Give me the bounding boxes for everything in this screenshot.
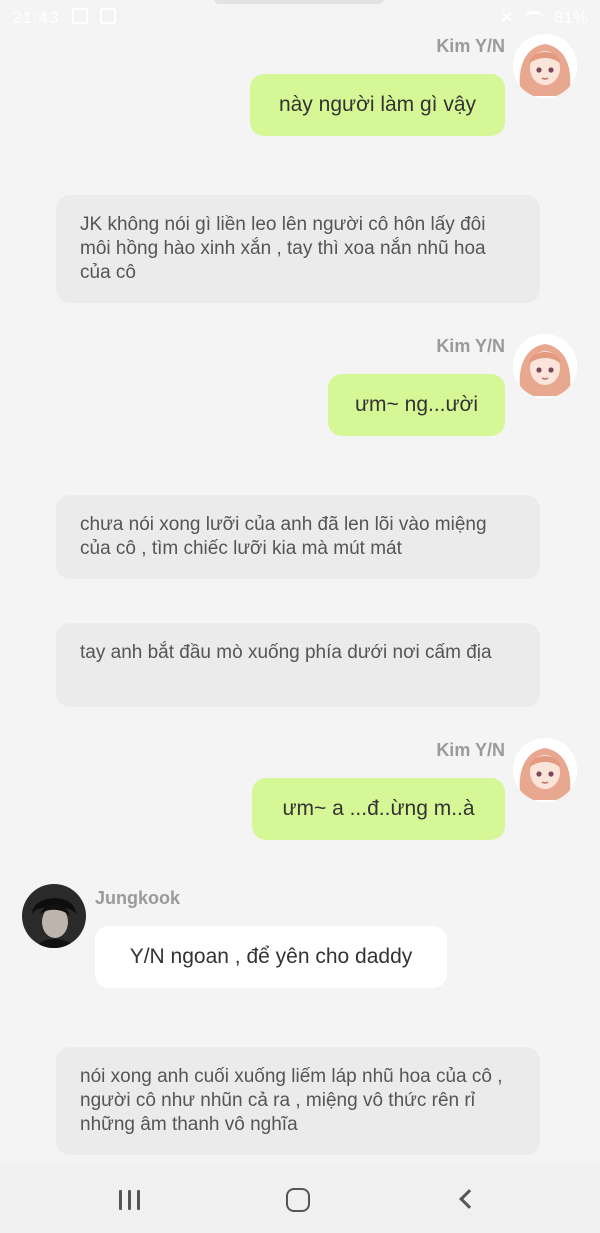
girl-avatar-icon bbox=[513, 334, 577, 398]
status-time: 21:43 bbox=[12, 8, 60, 27]
sender-name: Jungkook bbox=[95, 888, 181, 908]
recent-apps-icon bbox=[119, 1190, 122, 1210]
narration-block: chưa nói xong lưỡi của anh đã len lõi và… bbox=[56, 495, 540, 579]
avatar[interactable] bbox=[22, 884, 86, 948]
status-bar: 21:43 ✕ 81% bbox=[0, 0, 600, 36]
message-bubble-other[interactable]: Y/N ngoan , để yên cho daddy bbox=[95, 926, 447, 988]
message-bubble-me[interactable]: này người làm gì vậy bbox=[250, 74, 505, 136]
wifi-icon bbox=[523, 11, 544, 25]
avatar[interactable] bbox=[513, 738, 577, 802]
home-button[interactable] bbox=[286, 1188, 310, 1212]
avatar[interactable] bbox=[513, 334, 577, 398]
mute-icon: ✕ bbox=[499, 8, 514, 27]
girl-avatar-icon bbox=[513, 738, 577, 802]
notification-icons bbox=[72, 8, 116, 24]
image-icon bbox=[72, 8, 88, 24]
avatar[interactable] bbox=[513, 34, 577, 98]
battery-level: 81% bbox=[553, 8, 588, 27]
recent-apps-icon bbox=[137, 1190, 140, 1210]
man-avatar-icon bbox=[22, 884, 86, 948]
status-right: ✕ 81% bbox=[500, 8, 588, 28]
narration-block: nói xong anh cuối xuống liếm láp nhũ hoa… bbox=[56, 1047, 540, 1155]
recent-apps-icon bbox=[128, 1190, 131, 1210]
sender-name: Kim Y/N bbox=[436, 740, 505, 760]
sender-name: Kim Y/N bbox=[436, 336, 505, 356]
narration-block: JK không nói gì liền leo lên người cô hô… bbox=[56, 195, 540, 303]
clipboard-icon bbox=[100, 8, 116, 24]
narration-block: tay anh bắt đầu mò xuống phía dưới nơi c… bbox=[56, 623, 540, 707]
girl-avatar-icon bbox=[513, 34, 577, 98]
recent-apps-button[interactable] bbox=[119, 1190, 140, 1210]
sender-name: Kim Y/N bbox=[436, 36, 505, 56]
navigation-bar bbox=[0, 1163, 600, 1233]
message-bubble-me[interactable]: ưm~ a ...đ..ừng m..à bbox=[252, 778, 505, 840]
back-button[interactable] bbox=[459, 1189, 479, 1209]
message-bubble-me[interactable]: ưm~ ng...ười bbox=[328, 374, 505, 436]
